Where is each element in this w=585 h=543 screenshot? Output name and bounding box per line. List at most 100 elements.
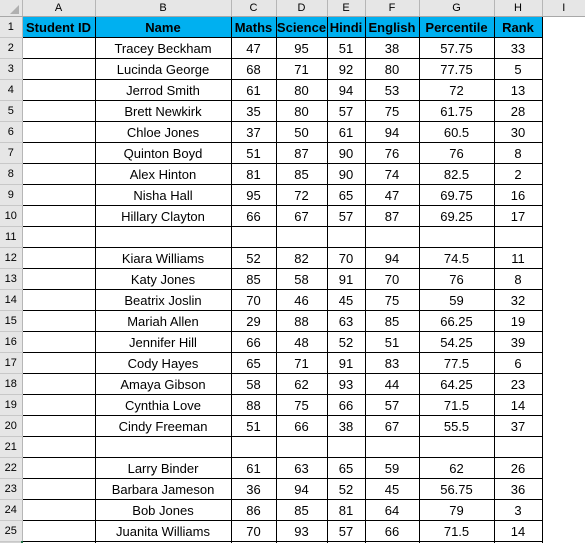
cell-english-r9[interactable]: 47 <box>364 184 420 206</box>
cell-name-r14[interactable]: Beatrix Joslin <box>94 289 232 311</box>
cell-percentile-r8[interactable]: 82.5 <box>418 163 495 185</box>
cell-hindi-r19[interactable]: 66 <box>326 394 366 416</box>
header-hindi[interactable]: Hindi <box>326 16 366 38</box>
cell-i3[interactable] <box>542 58 585 80</box>
cell-i23[interactable] <box>542 478 585 500</box>
cell-name-r19[interactable]: Cynthia Love <box>94 394 232 416</box>
cell-science-r6[interactable]: 50 <box>275 121 328 143</box>
cell-english-r17[interactable]: 83 <box>364 352 420 374</box>
cell-english-r4[interactable]: 53 <box>364 79 420 101</box>
cell-english-r13[interactable]: 70 <box>364 268 420 290</box>
cell-maths-r20[interactable]: 51 <box>230 415 277 437</box>
cell-science-r19[interactable]: 75 <box>275 394 328 416</box>
header-student-id[interactable]: Student ID <box>21 16 96 38</box>
cell-science-r17[interactable]: 71 <box>275 352 328 374</box>
cell-hindi-r12[interactable]: 70 <box>326 247 366 269</box>
cell-percentile-r7[interactable]: 76 <box>418 142 495 164</box>
cell-rank-r6[interactable]: 30 <box>493 121 543 143</box>
column-header-h[interactable]: H <box>494 0 543 17</box>
cell-english-r15[interactable]: 85 <box>364 310 420 332</box>
row-header-5[interactable]: 5 <box>0 100 23 122</box>
column-header-f[interactable]: F <box>365 0 420 17</box>
row-header-10[interactable]: 10 <box>0 205 23 227</box>
cell-maths-r19[interactable]: 88 <box>230 394 277 416</box>
row-header-24[interactable]: 24 <box>0 499 23 521</box>
row-header-25[interactable]: 25 <box>0 520 23 542</box>
cell-science-r13[interactable]: 58 <box>275 268 328 290</box>
cell-rank-r13[interactable]: 8 <box>493 268 543 290</box>
cell-name-r3[interactable]: Lucinda George <box>94 58 232 80</box>
cell-maths-r15[interactable]: 29 <box>230 310 277 332</box>
cell-i12[interactable] <box>542 247 585 269</box>
cell-percentile-r6[interactable]: 60.5 <box>418 121 495 143</box>
cell-maths-r21[interactable] <box>230 436 277 458</box>
cell-i4[interactable] <box>542 79 585 101</box>
cell-maths-r13[interactable]: 85 <box>230 268 277 290</box>
cell-i19[interactable] <box>542 394 585 416</box>
cell-science-r14[interactable]: 46 <box>275 289 328 311</box>
cell-english-r11[interactable] <box>364 226 420 248</box>
cell-science-r9[interactable]: 72 <box>275 184 328 206</box>
cell-maths-r18[interactable]: 58 <box>230 373 277 395</box>
cell-rank-r2[interactable]: 33 <box>493 37 543 59</box>
cell-name-r11[interactable] <box>94 226 232 248</box>
cell-rank-r21[interactable] <box>493 436 543 458</box>
cell-i1[interactable] <box>542 16 585 38</box>
column-header-g[interactable]: G <box>419 0 495 17</box>
cell-percentile-r23[interactable]: 56.75 <box>418 478 495 500</box>
cell-student-id-r4[interactable] <box>21 79 96 101</box>
cell-student-id-r17[interactable] <box>21 352 96 374</box>
cell-i18[interactable] <box>542 373 585 395</box>
cell-percentile-r9[interactable]: 69.75 <box>418 184 495 206</box>
row-header-22[interactable]: 22 <box>0 457 23 479</box>
cell-science-r5[interactable]: 80 <box>275 100 328 122</box>
cell-name-r2[interactable]: Tracey Beckham <box>94 37 232 59</box>
cell-english-r20[interactable]: 67 <box>364 415 420 437</box>
cell-i24[interactable] <box>542 499 585 521</box>
cell-percentile-r22[interactable]: 62 <box>418 457 495 479</box>
cell-student-id-r13[interactable] <box>21 268 96 290</box>
row-header-13[interactable]: 13 <box>0 268 23 290</box>
cell-name-r4[interactable]: Jerrod Smith <box>94 79 232 101</box>
cell-maths-r25[interactable]: 70 <box>230 520 277 542</box>
row-header-2[interactable]: 2 <box>0 37 23 59</box>
cell-maths-r10[interactable]: 66 <box>230 205 277 227</box>
cell-name-r16[interactable]: Jennifer Hill <box>94 331 232 353</box>
cell-science-r21[interactable] <box>275 436 328 458</box>
cell-student-id-r23[interactable] <box>21 478 96 500</box>
cell-i13[interactable] <box>542 268 585 290</box>
cell-hindi-r9[interactable]: 65 <box>326 184 366 206</box>
cell-percentile-r17[interactable]: 77.5 <box>418 352 495 374</box>
cell-i17[interactable] <box>542 352 585 374</box>
row-header-17[interactable]: 17 <box>0 352 23 374</box>
row-header-23[interactable]: 23 <box>0 478 23 500</box>
cell-science-r8[interactable]: 85 <box>275 163 328 185</box>
cell-percentile-r16[interactable]: 54.25 <box>418 331 495 353</box>
cell-percentile-r14[interactable]: 59 <box>418 289 495 311</box>
cell-hindi-r22[interactable]: 65 <box>326 457 366 479</box>
cell-percentile-r10[interactable]: 69.25 <box>418 205 495 227</box>
cell-name-r15[interactable]: Mariah Allen <box>94 310 232 332</box>
cell-maths-r12[interactable]: 52 <box>230 247 277 269</box>
cell-student-id-r3[interactable] <box>21 58 96 80</box>
header-science[interactable]: Science <box>275 16 328 38</box>
cell-rank-r25[interactable]: 14 <box>493 520 543 542</box>
cell-name-r9[interactable]: Nisha Hall <box>94 184 232 206</box>
cell-percentile-r19[interactable]: 71.5 <box>418 394 495 416</box>
column-header-b[interactable]: B <box>95 0 232 17</box>
cell-hindi-r20[interactable]: 38 <box>326 415 366 437</box>
cell-student-id-r25[interactable] <box>21 520 96 542</box>
cell-student-id-r24[interactable] <box>21 499 96 521</box>
cell-english-r7[interactable]: 76 <box>364 142 420 164</box>
cell-maths-r8[interactable]: 81 <box>230 163 277 185</box>
cell-rank-r5[interactable]: 28 <box>493 100 543 122</box>
cell-name-r18[interactable]: Amaya Gibson <box>94 373 232 395</box>
cell-maths-r7[interactable]: 51 <box>230 142 277 164</box>
column-header-d[interactable]: D <box>276 0 328 17</box>
cell-rank-r7[interactable]: 8 <box>493 142 543 164</box>
cell-name-r5[interactable]: Brett Newkirk <box>94 100 232 122</box>
cell-rank-r17[interactable]: 6 <box>493 352 543 374</box>
row-header-16[interactable]: 16 <box>0 331 23 353</box>
cell-student-id-r2[interactable] <box>21 37 96 59</box>
cell-student-id-r20[interactable] <box>21 415 96 437</box>
